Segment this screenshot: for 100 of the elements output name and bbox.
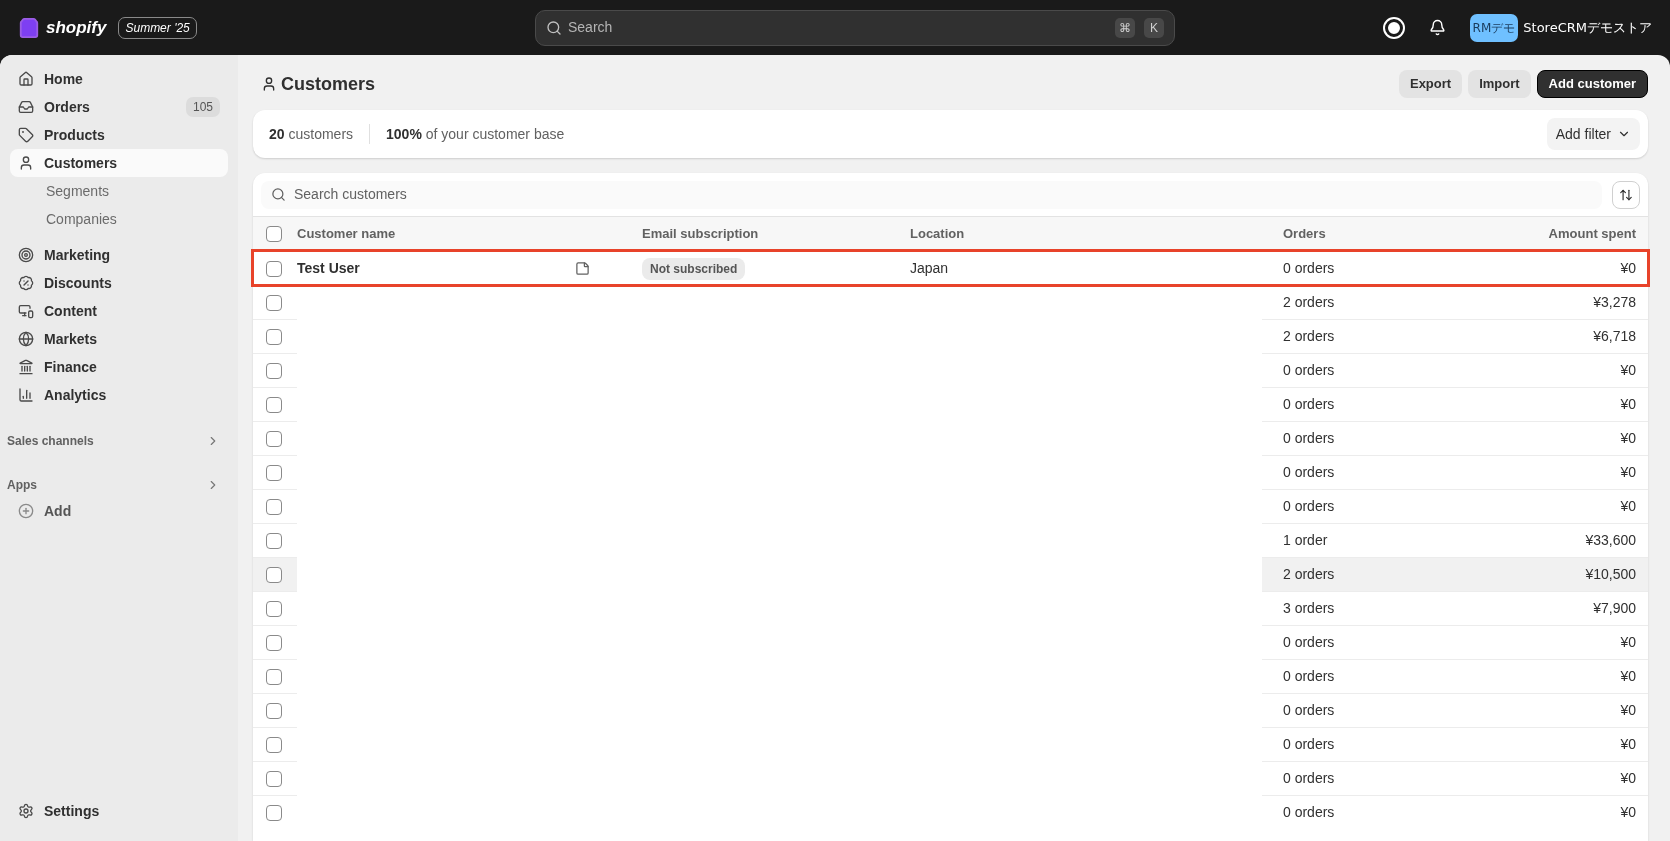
checkbox[interactable] <box>266 260 282 277</box>
table-cell-text: 0 orders <box>1283 633 1336 652</box>
search-customers-field[interactable]: Search customers <box>261 180 1602 209</box>
checkbox[interactable] <box>266 736 282 753</box>
table-cell-text: 2 orders <box>1283 327 1336 346</box>
sidebar-item[interactable]: Products <box>10 121 228 149</box>
customer-row[interactable]: 1 order ¥33,600 <box>253 523 1648 557</box>
sidebar-item[interactable]: Markets <box>10 325 228 353</box>
customer-row[interactable]: 0 orders ¥0 <box>253 625 1648 659</box>
customer-row[interactable]: 0 orders ¥0 <box>253 693 1648 727</box>
bank-icon <box>18 359 34 375</box>
secondary-button[interactable]: Import <box>1468 70 1531 98</box>
table-cell-text: ¥7,900 <box>1592 599 1636 618</box>
checkbox[interactable] <box>266 566 282 583</box>
table-cell-text: ¥0 <box>1619 259 1636 278</box>
sidebar-item[interactable]: Marketing <box>10 241 228 269</box>
sidebar-item[interactable]: Finance <box>10 353 228 381</box>
monitor-icon <box>18 303 34 319</box>
table-cell-text: Japan <box>910 259 949 278</box>
table-cell-text: ¥0 <box>1619 633 1636 652</box>
customer-row[interactable]: 2 orders ¥6,718 <box>253 319 1648 353</box>
globe-icon <box>18 331 34 347</box>
sort-arrows-icon <box>1619 187 1633 202</box>
customer-row[interactable]: 0 orders ¥0 <box>253 421 1648 455</box>
home-icon <box>18 71 34 87</box>
store-name[interactable]: StoreCRMデモストア <box>1523 17 1652 38</box>
sidebar-item[interactable]: Add <box>10 497 228 525</box>
sidebar-label: Products <box>44 125 106 145</box>
count-badge: 105 <box>185 97 220 117</box>
add-customer-button[interactable]: Add customer <box>1536 70 1648 98</box>
customer-row[interactable]: 0 orders ¥0 <box>253 455 1648 489</box>
checkbox[interactable] <box>266 430 282 447</box>
secondary-button[interactable]: Export <box>1398 70 1463 98</box>
customer-row[interactable]: 0 orders ¥0 <box>253 727 1648 761</box>
sidebar-subitem[interactable]: Segments <box>10 177 228 205</box>
table-cell-text: ¥0 <box>1619 395 1636 414</box>
table-cell-text: ¥6,718 <box>1592 327 1636 346</box>
section-title: Apps <box>7 477 37 494</box>
checkbox[interactable] <box>266 294 282 311</box>
sidebar-label: Analytics <box>44 385 108 405</box>
checkbox[interactable] <box>266 804 282 821</box>
plus-circle-icon <box>18 503 34 519</box>
sidebar-label: Content <box>44 301 98 321</box>
sidebar-item[interactable]: Customers <box>10 149 228 177</box>
table-cell-text: ¥0 <box>1619 803 1636 822</box>
customer-row[interactable]: 0 orders ¥0 <box>253 387 1648 421</box>
checkbox[interactable] <box>266 600 282 617</box>
customer-row[interactable]: 3 orders ¥7,900 <box>253 591 1648 625</box>
checkbox[interactable] <box>266 464 282 481</box>
checkbox[interactable] <box>266 498 282 515</box>
table-cell-text: 3 orders <box>1283 599 1336 618</box>
sidebar-label: Marketing <box>44 245 112 265</box>
table-cell-text: 0 orders <box>1283 463 1336 482</box>
sidebar-subitem[interactable]: Companies <box>10 205 228 233</box>
checkbox[interactable] <box>266 702 282 719</box>
checkbox[interactable] <box>266 668 282 685</box>
customer-share: 100% of your customer base <box>386 124 565 144</box>
sidebar-item[interactable]: Home <box>10 65 228 93</box>
table-cell-text: 0 orders <box>1283 429 1336 448</box>
sidebar-item[interactable]: Content <box>10 297 228 325</box>
table-cell-text: ¥33,600 <box>1584 531 1636 550</box>
customer-count: 20 customers <box>269 124 354 144</box>
customer-row[interactable]: 2 orders ¥3,278 <box>253 285 1648 319</box>
sidebar-label: Finance <box>44 357 98 377</box>
brand-logo[interactable]: shopify <box>46 14 107 41</box>
sort-button[interactable] <box>1612 180 1640 209</box>
customer-row[interactable]: 2 orders ¥10,500 <box>253 557 1648 591</box>
checkbox[interactable] <box>266 532 282 549</box>
checkbox[interactable] <box>266 226 282 242</box>
customer-row[interactable]: 0 orders ¥0 <box>253 489 1648 523</box>
customer-row[interactable]: 0 orders ¥0 <box>253 795 1648 829</box>
customer-row[interactable]: 0 orders ¥0 <box>253 353 1648 387</box>
notification-bell-icon[interactable] <box>1428 19 1446 36</box>
table-cell-text: 0 orders <box>1283 735 1336 754</box>
checkbox[interactable] <box>266 634 282 651</box>
add-filter-button[interactable]: Add filter <box>1546 118 1640 150</box>
sidebar-item[interactable]: Discounts <box>10 269 228 297</box>
sidebar-item[interactable]: Analytics <box>10 381 228 409</box>
customer-row[interactable]: Test User Not subscribed Japan 0 orders ¥0 <box>253 251 1648 285</box>
store-avatar[interactable]: RMデモ <box>1469 13 1519 42</box>
table-cell-text: 2 orders <box>1283 293 1336 312</box>
column-header: Customer name <box>297 225 397 244</box>
sidebar-item[interactable]: Orders 105 <box>10 93 228 121</box>
sidebar-label: Home <box>44 69 84 89</box>
sidebar-item[interactable]: Settings <box>10 797 228 825</box>
sidebar-label: Markets <box>44 329 98 349</box>
page-title: Customers <box>281 72 377 96</box>
checkbox[interactable] <box>266 770 282 787</box>
customer-row[interactable]: 0 orders ¥0 <box>253 659 1648 693</box>
table-cell-text: 0 orders <box>1283 395 1336 414</box>
person-icon <box>261 76 277 92</box>
table-cell-text: ¥0 <box>1619 735 1636 754</box>
checkbox[interactable] <box>266 328 282 345</box>
subscription-badge: Not subscribed <box>642 257 746 280</box>
table-cell-text: ¥0 <box>1619 769 1636 788</box>
search-field[interactable]: Search ⌘ K <box>535 9 1175 46</box>
checkbox[interactable] <box>266 396 282 413</box>
checkbox[interactable] <box>266 362 282 379</box>
customer-row[interactable]: 0 orders ¥0 <box>253 761 1648 795</box>
table-cell-text: ¥0 <box>1619 701 1636 720</box>
